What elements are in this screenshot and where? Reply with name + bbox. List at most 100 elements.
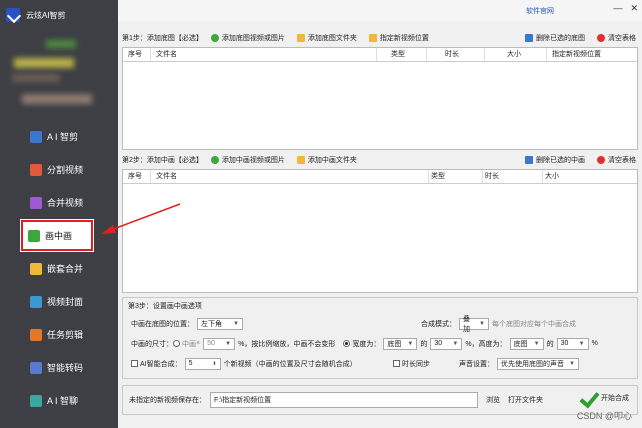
save-path-input[interactable]: F:\指定新视频位置 [210,392,478,408]
clear-table-button[interactable]: 清空表格 [597,33,636,43]
column-header[interactable]: 大小 [543,170,637,183]
sidebar-item-label: 嵌套合并 [47,264,84,274]
button-label: 删除已选的中画 [536,157,585,164]
sidebar-item-video-cover[interactable]: 视频封面 [0,285,118,318]
button-label: 清空表格 [608,35,636,42]
open-folder-button[interactable]: 打开文件夹 [508,395,543,405]
step2-right-actions: 删除已选的中画 清空表格 [525,155,638,165]
chat-icon [30,394,42,407]
save-location-bar: 未指定的新视频保存在： F:\指定新视频位置 浏览 打开文件夹 开始合成 [122,385,638,415]
width-percent-value: 30 [434,340,443,347]
mode-label: 合成模式： [421,320,456,328]
width-radio[interactable] [343,340,351,347]
close-icon[interactable]: ✕ [630,3,638,14]
chevron-down-icon: ▼ [569,360,575,367]
annotation-arrow-icon [101,203,181,234]
browse-button[interactable]: 浏览 [486,395,500,405]
overlay-files-table[interactable]: 序号 文件名 类型 时长 大小 [122,169,638,293]
save-label: 未指定的新视频保存在： [129,397,206,404]
sidebar-item-split-video[interactable]: 分割视频 [0,153,118,186]
set-location-button[interactable]: 指定新视频位置 [368,33,429,43]
add-base-folder-button[interactable]: 添加底图文件夹 [296,33,357,43]
clear-table-button[interactable]: 清空表格 [597,155,636,165]
transcode-icon [30,361,42,374]
blurred-user-info [12,74,60,82]
ai-count-stepper[interactable]: 5 ⬍ [184,357,221,370]
sidebar-item-task-edit[interactable]: 任务剪辑 [0,318,118,351]
sidebar-nav: A I 智剪 分割视频 合并视频 画中画 嵌套合并 视频封面 任务剪辑 智能转码… [0,120,118,417]
column-header[interactable]: 时长 [483,170,543,183]
size-medium-radio[interactable] [173,340,180,347]
width-ref-select[interactable]: 底图 ▼ [383,337,418,350]
sync-row: 时长同步 [393,357,430,370]
step1-label: 第1步：添加底图【必选】 [122,35,203,42]
column-header[interactable]: 类型 [377,48,427,61]
stepper-arrows-icon[interactable]: ⬍ [212,361,216,367]
duration-sync-checkbox[interactable] [393,360,400,367]
button-label: 添加中画文件夹 [307,157,357,164]
chevron-down-icon: ▼ [233,320,239,327]
official-site-link[interactable]: 软件官网 [526,6,554,16]
sidebar-item-ai-chat[interactable]: A I 智聊 [0,384,118,417]
column-header[interactable]: 文件名 [151,170,429,183]
start-compose-button[interactable]: 开始合成 [579,389,629,407]
ai-compose-label: AI智能合成： [140,360,182,368]
chevron-down-icon: ▼ [452,340,459,347]
delete-selected-base-button[interactable]: 删除已选的底图 [525,33,585,43]
audio-value: 优先使用底图的声音 [501,360,564,368]
column-header[interactable]: 指定新视频位置 [547,48,637,61]
position-label: 中画在底图的位置： [131,320,194,328]
width-ref-value: 底图 [387,340,402,348]
sidebar-item-label: 画中画 [45,231,73,241]
sidebar-item-label: 任务剪辑 [47,330,84,340]
sidebar-item-label: 视频封面 [47,297,84,307]
chevron-down-icon: ▼ [225,340,232,347]
height-ref-select[interactable]: 底图 ▼ [509,337,544,350]
sidebar-item-ai-edit[interactable]: A I 智剪 [0,120,118,153]
mode-row: 合成模式： 叠加 ▼ 每个底图对应每个中画合成 [421,316,576,333]
size-percent-select[interactable]: 50 ▼ [203,337,236,350]
sidebar-item-nested-merge[interactable]: 嵌套合并 [0,252,118,285]
folder-icon [368,34,377,42]
column-header[interactable]: 类型 [429,170,483,183]
mode-hint: 每个底图对应每个中画合成 [492,320,576,328]
width-percent-select[interactable]: 30 ▼ [430,337,463,350]
delete-selected-overlay-button[interactable]: 删除已选的中画 [525,155,585,165]
blurred-user-info [22,94,92,104]
button-label: 添加中画视频或图片 [221,157,285,164]
main-panel: 软件官网 — ✕ 第1步：添加底图【必选】 添加底图视频或图片 添加底图文件夹 … [118,0,642,428]
add-base-files-button[interactable]: 添加底图视频或图片 [210,33,285,43]
position-value: 左下角 [201,320,222,328]
split-icon [30,163,42,176]
column-header[interactable]: 时长 [427,48,485,61]
add-overlay-files-button[interactable]: 添加中画视频或图片 [210,155,285,165]
step1-right-actions: 删除已选的底图 清空表格 [525,33,638,43]
minimize-icon[interactable]: — [613,3,622,14]
position-row: 中画在底图的位置： 左下角 ▼ [131,317,246,330]
nest-icon [30,262,42,275]
column-header[interactable]: 序号 [123,48,151,61]
mode-select[interactable]: 叠加 ▼ [459,316,489,333]
clear-icon [597,156,605,164]
sidebar-item-picture-in-picture[interactable]: 画中画 [20,219,94,252]
ai-compose-checkbox[interactable] [131,360,138,367]
base-files-table[interactable]: 序号 文件名 类型 时长 大小 指定新视频位置 [122,47,638,150]
task-icon [30,328,42,341]
audio-select[interactable]: 优先使用底图的声音 ▼ [497,357,579,370]
height-ref-value: 底图 [513,340,528,348]
audio-row: 声音设置： 优先使用底图的声音 ▼ [459,357,582,370]
size-label: 中画的尺寸： [131,340,173,348]
column-header[interactable]: 文件名 [151,48,377,61]
column-header[interactable]: 大小 [485,48,547,61]
sidebar-item-label: 合并视频 [47,198,84,208]
height-percent-select[interactable]: 30 ▼ [556,337,589,350]
button-label: 删除已选的底图 [536,35,585,42]
sidebar-item-transcode[interactable]: 智能转码 [0,351,118,384]
column-header[interactable]: 序号 [123,170,151,183]
cover-icon [30,295,42,308]
table-header: 序号 文件名 类型 时长 大小 [123,170,637,184]
width-label: 宽度为： [352,340,381,348]
position-select[interactable]: 左下角 ▼ [197,317,243,330]
size-percent-hint: %，按比例缩放，中画不会变形 [238,340,336,348]
add-overlay-folder-button[interactable]: 添加中画文件夹 [296,155,357,165]
